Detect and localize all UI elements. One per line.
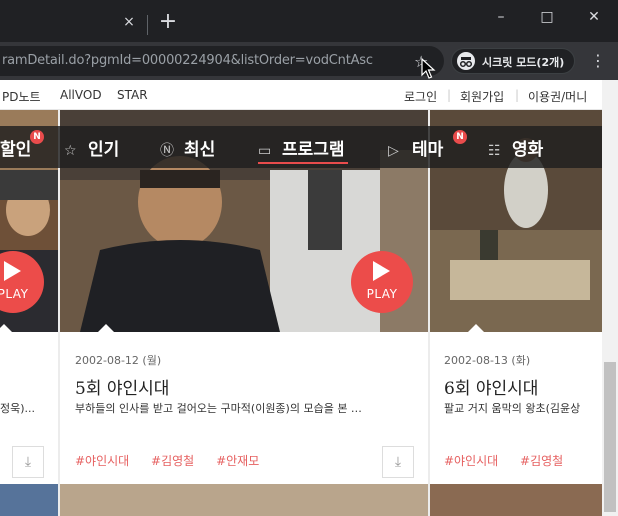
vod-tags: #야인시대 #김영철 — [444, 452, 581, 469]
new-badge: N — [453, 130, 467, 144]
tag-link[interactable]: #김영철 — [151, 454, 194, 468]
nav-divider: | — [515, 88, 520, 102]
nav-pdnote[interactable]: PD노트 — [2, 88, 41, 105]
tag-link[interactable]: #김영철 — [520, 454, 563, 468]
tab-discount[interactable]: 할인 — [0, 135, 31, 160]
vod-description: 부하들의 인사를 받고 걸어오는 구마적(이원종)의 모습을 본 … — [75, 402, 362, 415]
url-text[interactable]: ramDetail.do?pgmId=00000224904&listOrder… — [2, 53, 373, 68]
next-row-thumbnail[interactable] — [60, 484, 428, 516]
vod-title[interactable]: 6회 야인시대 — [444, 374, 538, 399]
vod-title[interactable]: 5회 야인시대 — [75, 374, 169, 399]
play-box-icon: ▷ — [388, 143, 399, 159]
download-icon[interactable]: ⤓ — [382, 446, 414, 478]
nav-login[interactable]: 로그인 — [404, 88, 437, 105]
close-window-icon[interactable]: ✕ — [582, 6, 606, 28]
tab-popular[interactable]: ☆ 인기 — [64, 135, 119, 160]
active-tab-indicator — [258, 162, 348, 164]
scrollbar-thumb[interactable] — [604, 362, 616, 512]
address-bar[interactable]: ramDetail.do?pgmId=00000224904&listOrder… — [0, 46, 444, 76]
tag-link[interactable]: #야인시대 — [75, 454, 129, 468]
site-top-nav: PD노트 AllVOD STAR 로그인 | 회원가입 | 이용권/머니 — [0, 80, 602, 110]
browser-toolbar: ramDetail.do?pgmId=00000224904&listOrder… — [0, 42, 618, 80]
play-icon — [373, 261, 390, 281]
category-nav: 할인 N ☆ 인기 Ⓝ 최신 ▭ 프로그램 ▷ 테마 N ☷ 영화 — [0, 126, 602, 168]
incognito-badge[interactable]: 시크릿 모드(2개) — [451, 48, 575, 74]
vod-content: PLAY 정욱)... ⤓ PLAY 2002-08-12 (월) 5회 야인시… — [0, 110, 602, 516]
browser-titlebar: × + – □ ✕ — [0, 0, 618, 42]
film-icon: ☷ — [488, 143, 501, 159]
nav-divider: | — [447, 88, 452, 102]
tab-separator — [147, 15, 148, 35]
play-icon — [4, 261, 21, 281]
tab-latest[interactable]: Ⓝ 최신 — [160, 135, 215, 160]
mouse-cursor-icon — [421, 58, 436, 79]
vod-card[interactable]: PLAY 정욱)... ⤓ — [0, 110, 58, 516]
new-icon: Ⓝ — [160, 143, 174, 159]
vod-tags: #야인시대 #김영철 #안재모 — [75, 452, 277, 469]
tag-link[interactable]: #야인시대 — [444, 454, 498, 468]
nav-signup[interactable]: 회원가입 — [460, 88, 504, 105]
star-icon: ☆ — [64, 143, 77, 159]
vod-card[interactable]: PLAY 2002-08-12 (월) 5회 야인시대 부하들의 인사를 받고 … — [60, 110, 428, 516]
menu-kebab-icon[interactable]: ⋮ — [590, 52, 606, 70]
tv-icon: ▭ — [258, 143, 272, 159]
tab-movie[interactable]: ☷ 영화 — [488, 135, 543, 160]
maximize-icon[interactable]: □ — [535, 6, 559, 28]
incognito-label: 시크릿 모드(2개) — [482, 56, 565, 69]
vod-description: 팔교 거지 움막의 왕초(김윤상 — [444, 402, 581, 415]
minimize-icon[interactable]: – — [489, 6, 513, 28]
next-row-thumbnail[interactable] — [0, 484, 58, 516]
nav-star[interactable]: STAR — [117, 88, 148, 102]
vod-date: 2002-08-12 (월) — [75, 354, 162, 367]
nav-ticket[interactable]: 이용권/머니 — [528, 88, 587, 105]
thumb-notch — [98, 324, 114, 332]
vod-date: 2002-08-13 (화) — [444, 354, 531, 367]
vod-card[interactable]: 2002-08-13 (화) 6회 야인시대 팔교 거지 움막의 왕초(김윤상 … — [430, 110, 602, 516]
tab-program[interactable]: ▭ 프로그램 — [258, 135, 345, 160]
play-button[interactable]: PLAY — [351, 251, 413, 313]
thumb-notch — [0, 324, 12, 332]
vod-description: 정욱)... — [0, 402, 36, 415]
next-row-thumbnail[interactable] — [430, 484, 602, 516]
thumb-notch — [468, 324, 484, 332]
new-tab-button[interactable]: + — [157, 11, 179, 34]
tab-close-icon[interactable]: × — [121, 14, 137, 30]
download-icon[interactable]: ⤓ — [12, 446, 44, 478]
tab-theme[interactable]: ▷ 테마 — [388, 135, 443, 160]
tag-link[interactable]: #안재모 — [216, 454, 259, 468]
new-badge: N — [30, 130, 44, 144]
nav-allvod[interactable]: AllVOD — [60, 88, 102, 102]
incognito-icon — [457, 52, 475, 70]
